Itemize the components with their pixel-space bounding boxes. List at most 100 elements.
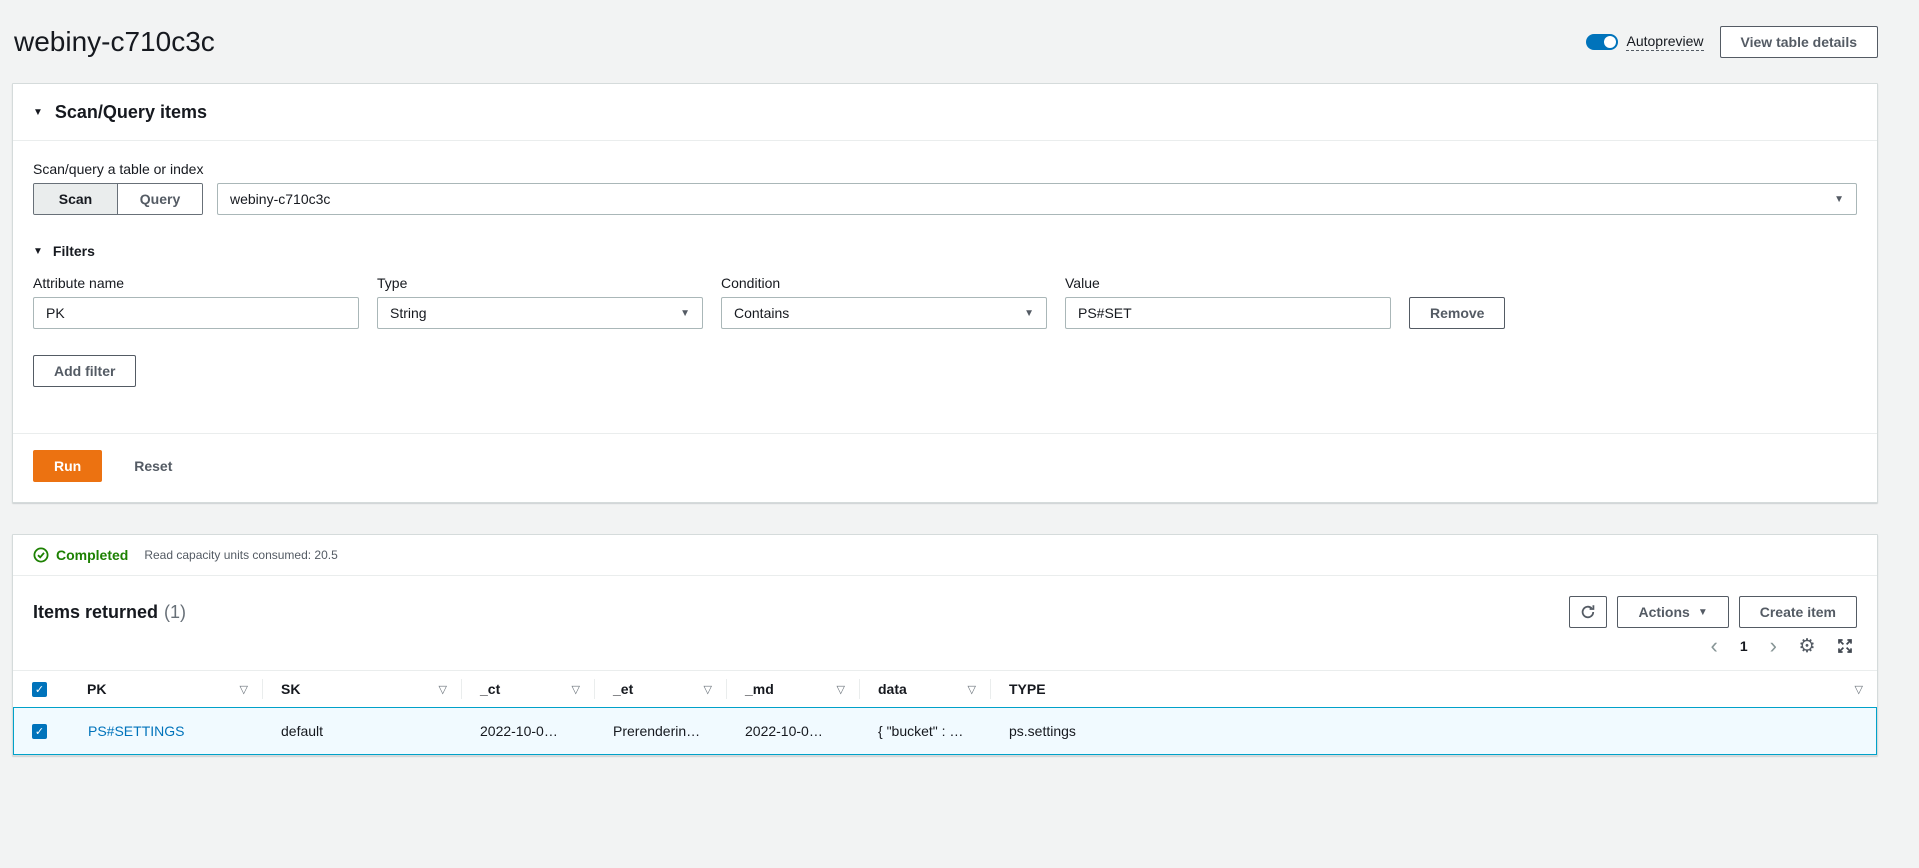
scan-query-panel-title: Scan/Query items (55, 102, 207, 123)
autopreview-label: Autopreview (1626, 33, 1703, 51)
table-row[interactable]: ✓ PS#SETTINGS default 2022-10-0… Prerend… (13, 707, 1877, 755)
column-label: PK (87, 681, 106, 697)
checkbox-check-icon: ✓ (35, 683, 44, 696)
status-label-text: Completed (56, 547, 128, 563)
items-returned-count: (1) (164, 602, 186, 622)
remove-filter-button[interactable]: Remove (1409, 297, 1505, 329)
top-controls: Autopreview View table details (1586, 26, 1878, 58)
filter-row: Attribute name Type String ▼ Condition C… (33, 275, 1857, 329)
fullscreen-button[interactable] (1833, 634, 1857, 658)
column-label: _et (613, 681, 633, 697)
settings-gear-button[interactable]: ⚙ (1795, 634, 1819, 658)
toggle-knob (1604, 36, 1616, 48)
column-header-type[interactable]: TYPE ▽ (990, 679, 1877, 699)
cell-sk: default (263, 723, 462, 739)
cell-type: ps.settings (991, 723, 1876, 739)
next-page-chevron-icon[interactable]: › (1766, 635, 1781, 657)
current-page-number[interactable]: 1 (1736, 638, 1752, 654)
type-label: Type (377, 275, 703, 291)
filters-collapse-triangle-icon[interactable]: ▼ (33, 246, 43, 257)
pk-link[interactable]: PS#SETTINGS (88, 723, 184, 739)
items-returned-label: Items returned (33, 602, 158, 622)
previous-page-chevron-icon[interactable]: ‹ (1707, 635, 1722, 657)
column-filter-icon[interactable]: ▽ (572, 683, 580, 696)
type-field-group: Type String ▼ (377, 275, 703, 329)
dropdown-arrow-icon: ▼ (1024, 308, 1034, 319)
column-filter-icon[interactable]: ▽ (704, 683, 712, 696)
column-header-md[interactable]: _md ▽ (726, 679, 859, 699)
attribute-name-input[interactable] (33, 297, 359, 329)
page: webiny-c710c3c Autopreview View table de… (0, 0, 1919, 756)
column-header-pk[interactable]: PK ▽ (69, 679, 262, 699)
scan-query-panel-body: Scan/query a table or index Scan Query w… (13, 141, 1877, 433)
top-header: webiny-c710c3c Autopreview View table de… (12, 26, 1878, 58)
scan-segment[interactable]: Scan (34, 184, 118, 214)
autopreview-toggle[interactable] (1586, 34, 1618, 50)
refresh-button[interactable] (1569, 596, 1607, 628)
column-filter-icon[interactable]: ▽ (240, 683, 248, 696)
items-returned-heading: Items returned (1) (33, 602, 186, 623)
run-row: Run Reset (13, 434, 1877, 502)
refresh-icon (1580, 604, 1596, 620)
column-header-data[interactable]: data ▽ (859, 679, 990, 699)
attribute-name-label: Attribute name (33, 275, 359, 291)
status-badge: Completed (33, 547, 128, 563)
actions-button[interactable]: Actions ▼ (1617, 596, 1728, 628)
value-label: Value (1065, 275, 1391, 291)
condition-select[interactable]: Contains ▼ (721, 297, 1047, 329)
actions-dropdown-arrow-icon: ▼ (1698, 607, 1708, 618)
scan-query-panel-header[interactable]: ▼ Scan/Query items (13, 84, 1877, 141)
completed-check-icon (33, 547, 49, 563)
page-title: webiny-c710c3c (14, 26, 215, 58)
results-panel: Completed Read capacity units consumed: … (12, 534, 1878, 756)
filters-section-header[interactable]: ▼ Filters (33, 243, 1857, 259)
collapse-triangle-icon[interactable]: ▼ (33, 107, 43, 118)
cell-ct: 2022-10-0… (462, 723, 595, 739)
cell-md: 2022-10-0… (727, 723, 860, 739)
actions-button-label: Actions (1638, 604, 1689, 620)
status-detail: Read capacity units consumed: 20.5 (144, 548, 337, 562)
run-button[interactable]: Run (33, 450, 102, 482)
filter-value-input[interactable] (1065, 297, 1391, 329)
type-select[interactable]: String ▼ (377, 297, 703, 329)
column-label: data (878, 681, 907, 697)
add-filter-wrap: Add filter (33, 355, 1857, 413)
items-header: Items returned (1) Actions ▼ Create item (13, 576, 1877, 634)
attribute-name-field-group: Attribute name (33, 275, 359, 329)
scan-query-panel: ▼ Scan/Query items Scan/query a table or… (12, 83, 1878, 503)
table-select[interactable]: webiny-c710c3c ▼ (217, 183, 1857, 215)
column-filter-icon[interactable]: ▽ (1855, 683, 1863, 696)
scan-query-segmented-control: Scan Query (33, 183, 203, 215)
row-checkbox[interactable]: ✓ (32, 724, 47, 739)
cell-data: { "bucket" : … (860, 723, 991, 739)
pagination-row: ‹ 1 › ⚙ (13, 634, 1877, 670)
column-header-ct[interactable]: _ct ▽ (461, 679, 594, 699)
value-field-group: Value (1065, 275, 1391, 329)
condition-select-value: Contains (734, 305, 789, 321)
condition-label: Condition (721, 275, 1047, 291)
column-filter-icon[interactable]: ▽ (968, 683, 976, 696)
column-filter-icon[interactable]: ▽ (439, 683, 447, 696)
dropdown-arrow-icon: ▼ (680, 308, 690, 319)
type-select-value: String (390, 305, 427, 321)
column-label: SK (281, 681, 300, 697)
table-header-row: ✓ PK ▽ SK ▽ _ct ▽ _et ▽ (13, 671, 1877, 707)
add-filter-button[interactable]: Add filter (33, 355, 136, 387)
autopreview-toggle-group[interactable]: Autopreview (1586, 33, 1703, 51)
items-buttons: Actions ▼ Create item (1569, 596, 1857, 628)
column-label: TYPE (1009, 681, 1046, 697)
create-item-button[interactable]: Create item (1739, 596, 1857, 628)
gear-icon: ⚙ (1798, 635, 1815, 658)
results-table: ✓ PK ▽ SK ▽ _ct ▽ _et ▽ (13, 670, 1877, 755)
column-label: _md (745, 681, 774, 697)
scan-mode-row: Scan Query webiny-c710c3c ▼ (33, 183, 1857, 215)
checkbox-check-icon: ✓ (35, 725, 44, 738)
reset-button[interactable]: Reset (134, 450, 172, 482)
select-all-checkbox[interactable]: ✓ (32, 682, 47, 697)
column-filter-icon[interactable]: ▽ (837, 683, 845, 696)
column-header-sk[interactable]: SK ▽ (262, 679, 461, 699)
column-header-et[interactable]: _et ▽ (594, 679, 726, 699)
view-table-details-button[interactable]: View table details (1720, 26, 1878, 58)
row-select-cell: ✓ (14, 724, 70, 739)
query-segment[interactable]: Query (118, 184, 202, 214)
